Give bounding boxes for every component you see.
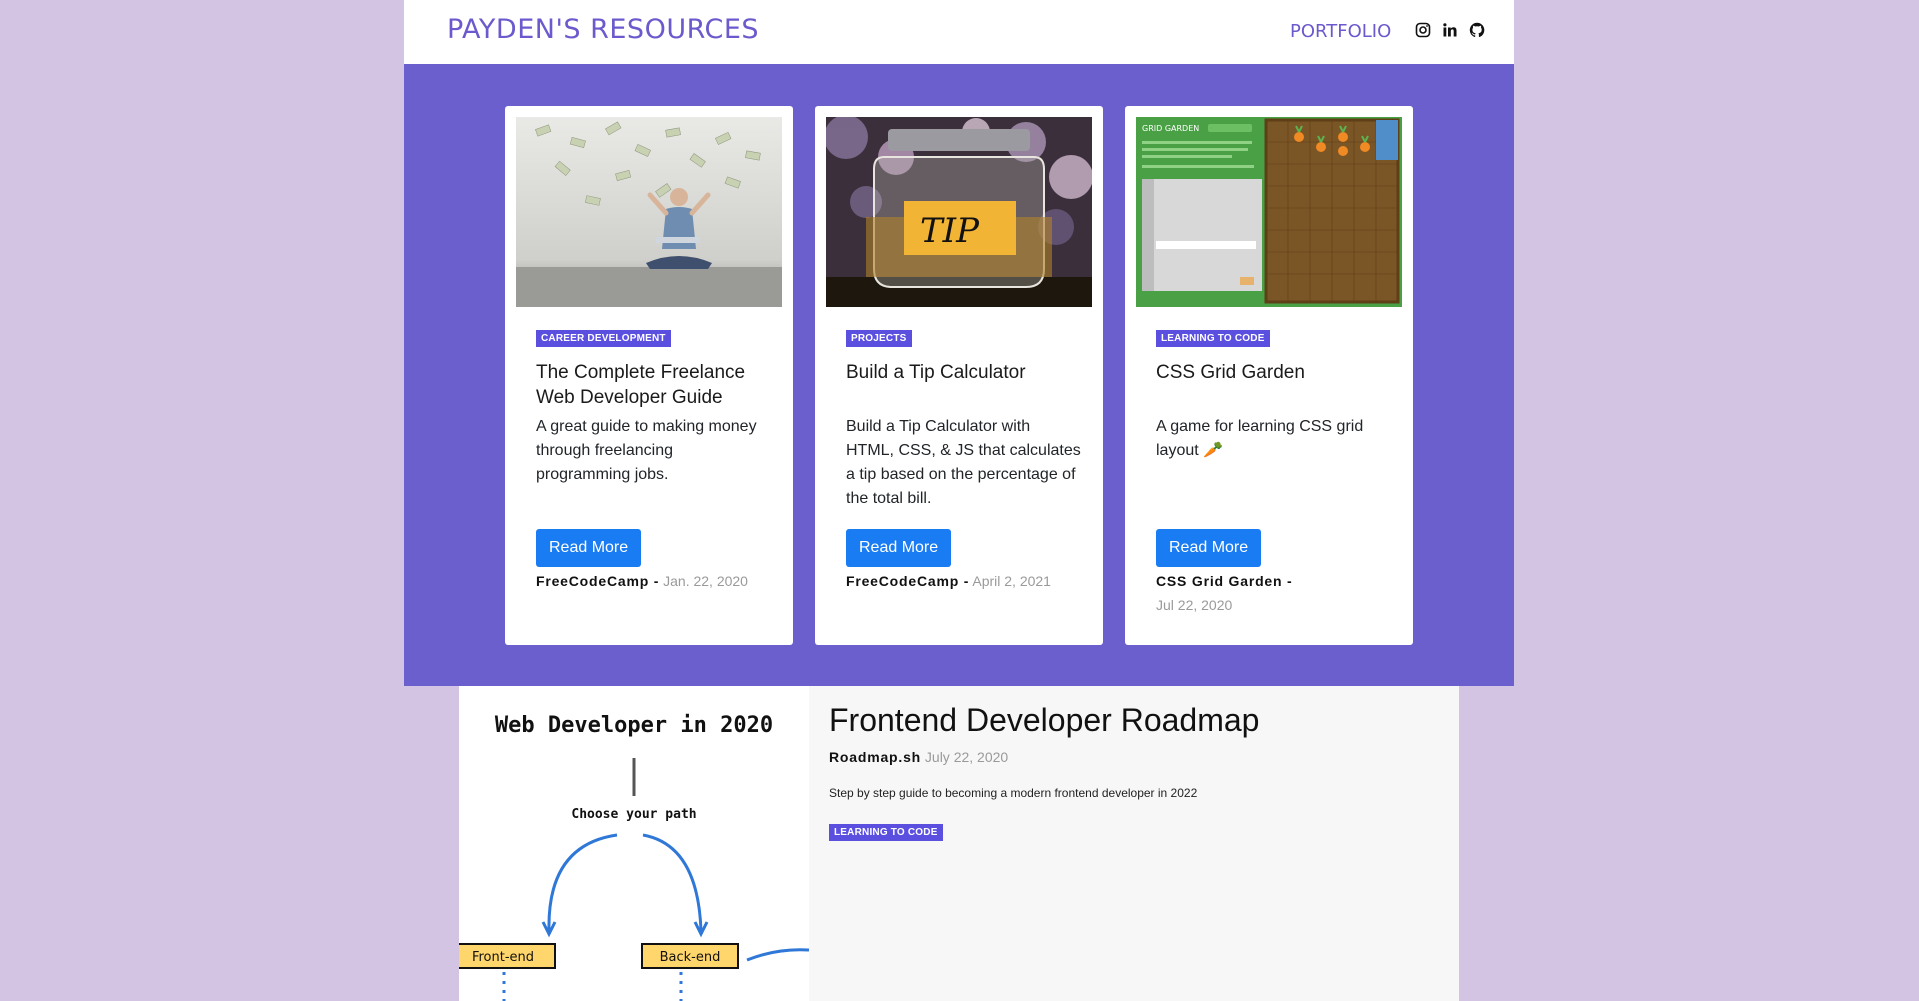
card-title[interactable]: CSS Grid Garden bbox=[1156, 360, 1396, 385]
roadmap-heading: Web Developer in 2020 bbox=[495, 713, 773, 738]
card-meta: CSS Grid Garden - Jul 22, 2020 bbox=[1156, 569, 1396, 617]
read-more-button[interactable]: Read More bbox=[1156, 529, 1262, 567]
instagram-icon[interactable] bbox=[1414, 21, 1431, 38]
card-description: Build a Tip Calculator with HTML, CSS, &… bbox=[846, 418, 1081, 507]
card-image-freelance bbox=[516, 117, 782, 307]
tip-jar-text: TIP bbox=[920, 211, 980, 251]
portfolio-link[interactable]: PORTFOLIO bbox=[1290, 21, 1391, 42]
card-image-tip-jar: TIP bbox=[826, 117, 1092, 307]
page: PAYDEN'S RESOURCES PORTFOLIO CAREER DEVE… bbox=[404, 0, 1514, 1001]
category-badge[interactable]: CAREER DEVELOPMENT bbox=[536, 330, 671, 347]
linkedin-icon[interactable] bbox=[1441, 21, 1458, 38]
feature-title[interactable]: Frontend Developer Roadmap bbox=[829, 702, 1259, 739]
roadmap-prompt: Choose your path bbox=[571, 807, 696, 822]
resource-card: GRID GARDEN LEARNING TO CODE CSS Grid Ga… bbox=[1125, 106, 1413, 645]
card-date: Jul 22, 2020 bbox=[1156, 597, 1233, 613]
navbar: PAYDEN'S RESOURCES PORTFOLIO bbox=[404, 0, 1514, 64]
grid-garden-logo-text: GRID GARDEN bbox=[1142, 124, 1199, 133]
roadmap-frontend-box: Front-end bbox=[472, 950, 534, 965]
category-badge[interactable]: LEARNING TO CODE bbox=[1156, 330, 1270, 347]
card-description: A game for learning CSS grid layout 🥕 bbox=[1156, 418, 1364, 459]
card-description: A great guide to making money through fr… bbox=[536, 418, 757, 483]
card-source: FreeCodeCamp - bbox=[536, 573, 660, 589]
brand-logo-link[interactable]: PAYDEN'S RESOURCES bbox=[447, 14, 759, 45]
card-source: CSS Grid Garden - bbox=[1156, 573, 1293, 589]
feature-date: July 22, 2020 bbox=[924, 749, 1009, 765]
category-badge[interactable]: PROJECTS bbox=[846, 330, 912, 347]
card-date: April 2, 2021 bbox=[972, 573, 1051, 589]
card-title[interactable]: The Complete Freelance Web Developer Gui… bbox=[536, 360, 776, 410]
resource-card: TIP PROJECTS Build a Tip Calculator Buil… bbox=[815, 106, 1103, 645]
card-date: Jan. 22, 2020 bbox=[663, 573, 748, 589]
feature-meta: Roadmap.sh July 22, 2020 bbox=[829, 749, 1008, 765]
social-links bbox=[1414, 21, 1485, 38]
card-meta: FreeCodeCamp - Jan. 22, 2020 bbox=[536, 569, 776, 593]
github-icon[interactable] bbox=[1468, 21, 1485, 38]
read-more-button[interactable]: Read More bbox=[846, 529, 952, 567]
featured-band: CAREER DEVELOPMENT The Complete Freelanc… bbox=[404, 64, 1514, 686]
card-source: FreeCodeCamp - bbox=[846, 573, 970, 589]
roadmap-image[interactable]: Web Developer in 2020 Choose your path F… bbox=[459, 686, 809, 1001]
card-meta: FreeCodeCamp - April 2, 2021 bbox=[846, 569, 1086, 593]
feature-description: Step by step guide to becoming a modern … bbox=[829, 786, 1198, 800]
card-image-grid-garden: GRID GARDEN bbox=[1136, 117, 1402, 307]
roadmap-backend-box: Back-end bbox=[660, 950, 721, 965]
card-title[interactable]: Build a Tip Calculator bbox=[846, 360, 1086, 385]
featured-resource: Web Developer in 2020 Choose your path F… bbox=[459, 686, 1459, 1001]
resource-card: CAREER DEVELOPMENT The Complete Freelanc… bbox=[505, 106, 793, 645]
feature-source: Roadmap.sh bbox=[829, 749, 922, 765]
read-more-button[interactable]: Read More bbox=[536, 529, 642, 567]
category-badge[interactable]: LEARNING TO CODE bbox=[829, 824, 943, 841]
